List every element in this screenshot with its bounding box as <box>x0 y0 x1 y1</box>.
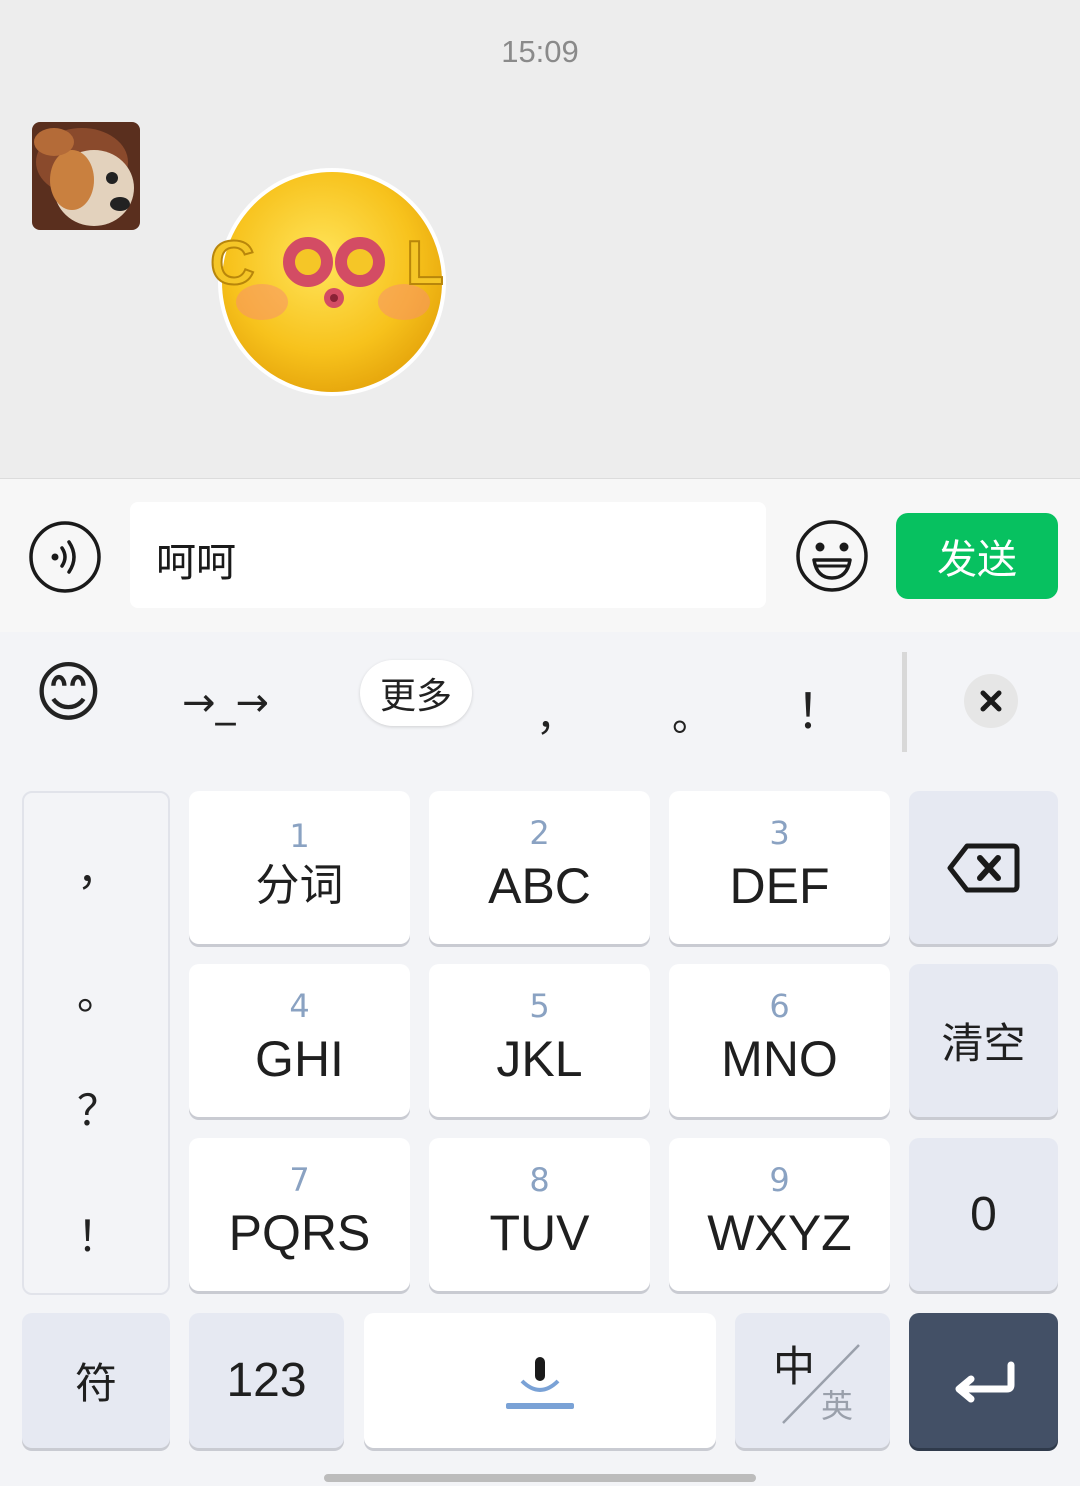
svg-text:C: C <box>210 229 255 298</box>
backspace-key[interactable] <box>909 791 1058 944</box>
close-icon <box>980 690 1002 712</box>
svg-text:L: L <box>406 229 444 298</box>
key-0[interactable]: 0 <box>909 1138 1058 1291</box>
home-indicator <box>324 1474 756 1482</box>
send-button[interactable]: 发送 <box>896 513 1058 599</box>
symbol-key[interactable]: 符 <box>22 1313 170 1448</box>
key-6-mno[interactable]: 6 MNO <box>669 964 890 1117</box>
punct-key-question[interactable]: ？ <box>24 1077 172 1138</box>
candidate-divider <box>902 652 907 752</box>
key-3-def[interactable]: 3 DEF <box>669 791 890 944</box>
enter-key[interactable] <box>909 1313 1058 1448</box>
punct-key-period[interactable]: 。 <box>24 961 172 1022</box>
close-candidates-button[interactable] <box>964 674 1018 728</box>
avatar[interactable] <box>32 122 140 230</box>
chat-area <box>0 0 1080 478</box>
key-1-segment[interactable]: 1 分词 <box>189 791 410 944</box>
numeric-switch-key[interactable]: 123 <box>189 1313 344 1448</box>
message-input-text: 呵呵 <box>156 540 236 586</box>
voice-input-button[interactable] <box>28 520 102 594</box>
emoji-candidate[interactable]: 😊 <box>34 660 103 726</box>
language-switch-key[interactable]: 中 英 <box>735 1313 890 1448</box>
message-timestamp: 15:09 <box>501 34 579 69</box>
key-5-jkl[interactable]: 5 JKL <box>429 964 650 1117</box>
key-7-pqrs[interactable]: 7 PQRS <box>189 1138 410 1291</box>
smiley-icon <box>796 520 868 592</box>
punct-key-exclaim[interactable]: ！ <box>24 1203 172 1264</box>
return-icon <box>955 1361 1014 1402</box>
microphone-icon <box>506 1356 574 1409</box>
key-8-tuv[interactable]: 8 TUV <box>429 1138 650 1291</box>
more-candidates-button[interactable]: 更多 <box>360 660 472 726</box>
period-candidate[interactable]: 。 <box>672 684 712 742</box>
backspace-icon <box>947 843 1019 892</box>
punctuation-column: ， 。 ？ ！ <box>22 791 170 1295</box>
voice-icon <box>29 521 101 593</box>
cool-emoji-sticker[interactable]: C L <box>204 166 460 402</box>
key-9-wxyz[interactable]: 9 WXYZ <box>669 1138 890 1291</box>
emoticon-candidate[interactable]: →_→ <box>182 680 269 726</box>
emoji-button[interactable] <box>794 518 870 594</box>
space-key[interactable] <box>364 1313 716 1448</box>
exclaim-candidate[interactable]: ！ <box>796 672 844 742</box>
clear-key[interactable]: 清空 <box>909 964 1058 1117</box>
key-4-ghi[interactable]: 4 GHI <box>189 964 410 1117</box>
punct-key-comma[interactable]: ， <box>24 837 172 898</box>
key-2-abc[interactable]: 2 ABC <box>429 791 650 944</box>
comma-candidate[interactable]: ， <box>536 684 576 742</box>
